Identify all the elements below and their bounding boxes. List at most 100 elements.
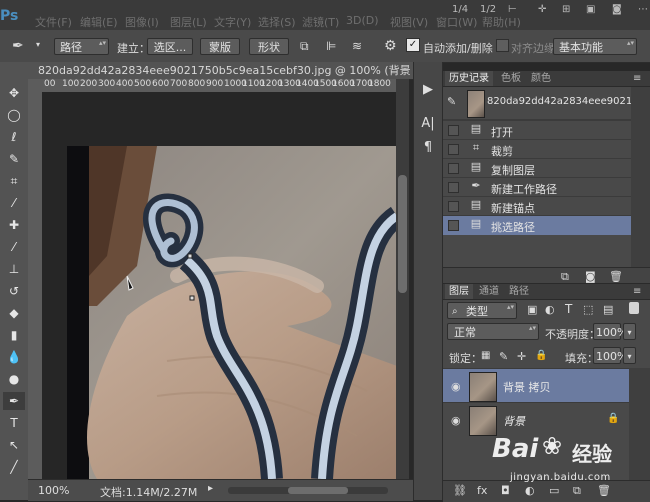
layer-row-selected[interactable]: ◉ 背景 拷贝 — [443, 368, 629, 403]
dodge-tool-icon[interactable]: ● — [3, 370, 25, 388]
tab-swatches[interactable]: 色板 — [497, 71, 525, 86]
path-ops-icon[interactable]: ⧉ — [300, 39, 309, 54]
path-select-tool-icon[interactable]: ↖ — [3, 436, 25, 454]
workspace-select[interactable]: 基本功能 — [553, 38, 637, 55]
zoom-half[interactable]: 1/2 — [480, 4, 496, 15]
tab-layers[interactable]: 图层 — [445, 284, 473, 299]
healing-brush-tool-icon[interactable]: ✚ — [3, 216, 25, 234]
lasso-tool-icon[interactable]: ℓ — [3, 128, 25, 146]
panel-menu-icon[interactable]: ≡ — [629, 284, 645, 299]
menu-filter[interactable]: 滤镜(T) — [302, 14, 339, 30]
camera-icon[interactable]: ◙ — [585, 270, 596, 283]
blur-tool-icon[interactable]: 💧 — [3, 348, 25, 366]
lock-transparent-icon[interactable]: ▦ — [481, 350, 490, 361]
gear-icon[interactable]: ⚙ — [384, 38, 397, 54]
history-source-box[interactable] — [448, 201, 459, 212]
opacity-dropdown[interactable]: ▾ — [623, 323, 636, 340]
path-align-icon[interactable]: ⊫ — [326, 39, 336, 53]
scrollbar-thumb[interactable] — [398, 175, 407, 293]
pixel-filter-icon[interactable]: ▣ — [527, 303, 537, 316]
brush-tool-icon[interactable]: ⁄ — [3, 238, 25, 256]
type-filter-icon[interactable]: T — [565, 302, 572, 316]
history-item[interactable]: ▤ 复制图层 — [443, 158, 631, 178]
type-tool-icon[interactable]: T — [3, 414, 25, 432]
history-brush-tool-icon[interactable]: ↺ — [3, 282, 25, 300]
play-icon[interactable]: ▶ — [418, 80, 438, 100]
status-menu-icon[interactable]: ▸ — [208, 483, 213, 494]
eyedropper-tool-icon[interactable]: ⁄ — [3, 194, 25, 212]
tab-paths[interactable]: 路径 — [505, 284, 533, 299]
marquee-tool-icon[interactable]: ◯ — [3, 106, 25, 124]
shape-filter-icon[interactable]: ⬚ — [583, 303, 593, 316]
fill-input[interactable]: 100% — [593, 347, 627, 364]
mask-button[interactable]: 蒙版 — [200, 38, 240, 55]
gradient-tool-icon[interactable]: ▮ — [3, 326, 25, 344]
menu-image[interactable]: 图像(I) — [125, 14, 159, 30]
lock-pixels-icon[interactable]: ✎ — [499, 350, 508, 363]
eraser-tool-icon[interactable]: ◆ — [3, 304, 25, 322]
character-icon[interactable]: A| — [418, 114, 438, 134]
pen-tool-icon[interactable]: ✒ — [3, 392, 25, 410]
smart-object-filter-icon[interactable]: ▤ — [603, 303, 613, 316]
auto-add-delete-checkbox[interactable]: ✓ — [406, 38, 420, 52]
zoom-quarter[interactable]: 1/4 — [452, 4, 468, 15]
crop-tool-icon[interactable]: ⌗ — [3, 172, 25, 190]
shape-button[interactable]: 形状 — [249, 38, 289, 55]
eye-icon[interactable]: ◉ — [451, 414, 461, 427]
fill-dropdown[interactable]: ▾ — [623, 347, 636, 364]
history-source-box[interactable] — [448, 144, 459, 155]
gif-icon[interactable]: ▣ — [586, 4, 595, 15]
tab-history[interactable]: 历史记录 — [445, 71, 493, 86]
photo-canvas[interactable] — [67, 146, 397, 479]
pen-tool-icon[interactable]: ✒ — [12, 38, 24, 54]
chevron-down-icon[interactable]: ▾ — [36, 40, 40, 49]
grid-icon[interactable]: ⊞ — [562, 4, 570, 15]
opacity-input[interactable]: 100% — [593, 323, 627, 340]
history-source-box[interactable] — [448, 163, 459, 174]
align-edges-checkbox[interactable] — [496, 39, 509, 52]
menu-type[interactable]: 文字(Y) — [214, 14, 251, 30]
menu-view[interactable]: 视图(V) — [390, 14, 428, 30]
trash-icon[interactable]: 🗑 — [609, 270, 623, 283]
lock-position-icon[interactable]: ✛ — [517, 350, 526, 363]
camera-icon[interactable]: ◙ — [612, 4, 622, 15]
fx-icon[interactable]: fx — [477, 484, 487, 497]
menu-edit[interactable]: 编辑(E) — [80, 14, 118, 30]
line-tool-icon[interactable]: ╱ — [3, 458, 25, 476]
link-icon[interactable]: ⛓ — [453, 484, 467, 497]
horizontal-scrollbar-thumb[interactable] — [288, 487, 348, 494]
selection-button[interactable]: 选区... — [147, 38, 193, 55]
mode-select[interactable]: 路径 — [54, 38, 109, 55]
zoom-level[interactable]: 100% — [38, 484, 69, 497]
history-item[interactable]: ⌗ 裁剪 — [443, 139, 631, 159]
paragraph-icon[interactable]: ¶ — [418, 138, 438, 158]
history-snapshot[interactable]: ✎ 820da92dd42a2834eee902175... — [443, 87, 650, 120]
new-document-from-state-icon[interactable]: ⧉ — [561, 270, 569, 284]
menu-3d[interactable]: 3D(D) — [346, 14, 379, 27]
clone-stamp-tool-icon[interactable]: ⊥ — [3, 260, 25, 278]
menu-file[interactable]: 文件(F) — [35, 14, 72, 30]
tab-color[interactable]: 颜色 — [527, 71, 555, 86]
blend-mode-select[interactable]: 正常 — [447, 323, 539, 340]
history-item-selected[interactable]: ▤ 挑选路径 — [443, 215, 631, 235]
menu-layer[interactable]: 图层(L) — [170, 14, 207, 30]
history-item[interactable]: ▤ 打开 — [443, 120, 631, 140]
filter-toggle[interactable] — [629, 302, 639, 314]
layer-filter-select[interactable]: ⌕ 类型 — [447, 302, 517, 319]
control-icon[interactable]: ⋯ — [638, 4, 648, 15]
history-source-box[interactable] — [448, 220, 459, 231]
history-brush-source-icon[interactable]: ✎ — [447, 95, 456, 108]
panel-menu-icon[interactable]: ≡ — [629, 71, 645, 86]
adjustment-filter-icon[interactable]: ◐ — [545, 303, 555, 316]
lock-all-icon[interactable]: 🔒 — [535, 350, 547, 361]
history-scrollbar[interactable] — [631, 87, 650, 267]
quick-select-tool-icon[interactable]: ✎ — [3, 150, 25, 168]
history-item[interactable]: ▤ 新建锚点 — [443, 196, 631, 216]
document-tab[interactable]: 820da92dd42a2834eee9021750b5c9ea15cebf30… — [28, 62, 413, 94]
history-source-box[interactable] — [448, 182, 459, 193]
menu-help[interactable]: 帮助(H) — [482, 14, 521, 30]
move-tool-icon[interactable]: ✥ — [3, 84, 25, 102]
history-item[interactable]: ✒ 新建工作路径 — [443, 177, 631, 197]
history-source-box[interactable] — [448, 125, 459, 136]
tab-channels[interactable]: 通道 — [475, 284, 503, 299]
